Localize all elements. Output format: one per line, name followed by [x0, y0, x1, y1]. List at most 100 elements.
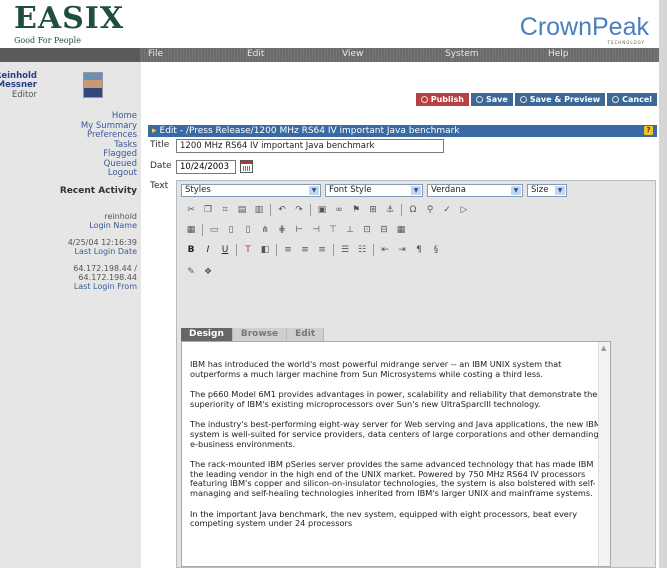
table-icon[interactable]: ▦: [185, 224, 197, 236]
login-name-value: reinhold: [104, 212, 137, 221]
bullet-list-icon[interactable]: ☷: [356, 244, 368, 256]
editor-tabs: Design Browse Edit: [181, 328, 325, 341]
special-char-icon[interactable]: Ω: [407, 204, 419, 216]
cell-icon[interactable]: ▯: [242, 224, 254, 236]
link-icon[interactable]: ∞: [333, 204, 345, 216]
menu-view[interactable]: View: [342, 49, 363, 59]
outdent-icon[interactable]: ⇤: [379, 244, 391, 256]
copy-icon[interactable]: ❐: [202, 204, 214, 216]
menu-help[interactable]: Help: [548, 49, 569, 59]
delete-col-icon[interactable]: ⊥: [344, 224, 356, 236]
menu-system[interactable]: System: [445, 49, 479, 59]
chevron-down-icon: ▼: [555, 186, 565, 195]
delete-row-icon[interactable]: ⊣: [310, 224, 322, 236]
spellcheck-icon[interactable]: ✓: [441, 204, 453, 216]
login-date-label: Last Login Date: [74, 247, 137, 256]
row-icon[interactable]: ▭: [208, 224, 220, 236]
toolbar-row-2: ▦ ▭ ▯ ▯ ⋔ ⋕ ⊢ ⊣ ⊤ ⊥ ⊡ ⊟ ▦: [185, 222, 407, 238]
insert-col-icon[interactable]: ⊤: [327, 224, 339, 236]
text-color-icon[interactable]: T: [242, 244, 254, 256]
chevron-down-icon: ▼: [411, 186, 421, 195]
ordered-list-icon[interactable]: ☰: [339, 244, 351, 256]
save-preview-label: Save & Preview: [529, 95, 601, 104]
app-window: EASIX Good For People CrownPeak TECHNOLO…: [0, 0, 667, 568]
undo-icon[interactable]: ↶: [276, 204, 288, 216]
edit-properties-icon[interactable]: ✎: [185, 266, 197, 278]
align-center-icon[interactable]: ≡: [299, 244, 311, 256]
toolbar-separator: [270, 204, 271, 216]
paste-icon[interactable]: ▤: [236, 204, 248, 216]
scroll-up-icon[interactable]: ▲: [601, 344, 606, 352]
paste-text-icon[interactable]: ▥: [253, 204, 265, 216]
table-props-icon[interactable]: ⊟: [378, 224, 390, 236]
font-value: Verdana: [431, 185, 466, 195]
font-select[interactable]: Verdana ▼: [427, 184, 523, 197]
save-button[interactable]: Save: [470, 93, 513, 106]
anchor-icon[interactable]: ⚓: [384, 204, 396, 216]
tab-edit[interactable]: Edit: [287, 328, 325, 341]
publish-button[interactable]: Publish: [415, 93, 469, 106]
nav-logout[interactable]: Logout: [81, 168, 137, 179]
source-icon[interactable]: §: [430, 244, 442, 256]
bold-icon[interactable]: B: [185, 244, 197, 256]
cancel-label: Cancel: [622, 95, 652, 104]
split-icon[interactable]: ⋔: [259, 224, 271, 236]
toolbar-separator: [310, 204, 311, 216]
toolbar-separator: [202, 224, 203, 236]
toolbar-separator: [236, 244, 237, 256]
indent-icon[interactable]: ⇥: [396, 244, 408, 256]
paragraph: The rack-mounted IBM pSeries server prov…: [190, 459, 596, 498]
merge-icon[interactable]: ⋕: [276, 224, 288, 236]
date-input[interactable]: [176, 160, 236, 174]
cancel-button[interactable]: Cancel: [607, 93, 657, 106]
side-nav: Home My Summary Preferences Tasks Flagge…: [81, 111, 137, 179]
paragraph-icon[interactable]: ¶: [413, 244, 425, 256]
toolbar-separator: [373, 244, 374, 256]
font-style-select[interactable]: Font Style ▼: [325, 184, 423, 197]
size-select[interactable]: Size ▼: [527, 184, 567, 197]
calendar-icon[interactable]: [240, 160, 253, 173]
redo-icon[interactable]: ↷: [293, 204, 305, 216]
highlight-icon[interactable]: ◧: [259, 244, 271, 256]
title-label: Title: [150, 140, 170, 150]
image-icon[interactable]: ▣: [316, 204, 328, 216]
toolbar-row-3: B I U T ◧ ≡ ≡ ≡ ☰ ☷ ⇤ ⇥ ¶ §: [185, 242, 442, 258]
column-icon[interactable]: ▯: [225, 224, 237, 236]
tab-design[interactable]: Design: [181, 328, 233, 341]
main-panel: Publish Save Save & Preview Cancel ▸ Edit…: [142, 62, 659, 568]
easix-logo: EASIX: [14, 1, 125, 36]
table-insert-icon[interactable]: ⊞: [367, 204, 379, 216]
action-bar: Publish Save Save & Preview Cancel: [415, 93, 657, 106]
text-label: Text: [150, 181, 169, 191]
insert-row-icon[interactable]: ⊢: [293, 224, 305, 236]
crop-icon[interactable]: ⌗: [219, 204, 231, 216]
save-icon: [475, 96, 483, 103]
tab-browse[interactable]: Browse: [232, 328, 288, 341]
menu-file[interactable]: File: [148, 49, 163, 59]
paragraph: IBM has introduced the world's most powe…: [190, 359, 562, 379]
cut-icon[interactable]: ✂: [185, 204, 197, 216]
align-left-icon[interactable]: ≡: [282, 244, 294, 256]
font-style-value: Font Style: [329, 185, 372, 195]
asset-icon[interactable]: ❖: [202, 266, 214, 278]
bookmark-icon[interactable]: ⚑: [350, 204, 362, 216]
menu-edit[interactable]: Edit: [247, 49, 264, 59]
cell-props-icon[interactable]: ⊡: [361, 224, 373, 236]
login-from-label: Last Login From: [73, 282, 137, 291]
insert-object-icon[interactable]: ▷: [458, 204, 470, 216]
edit-path: Edit - /Press Release/1200 MHz RS64 IV i…: [159, 126, 460, 136]
rich-text-editor: Styles ▼ Font Style ▼ Verdana ▼ Size ▼ ✂…: [176, 180, 656, 568]
italic-icon[interactable]: I: [202, 244, 214, 256]
title-input[interactable]: [176, 139, 444, 153]
user-role: Editor: [11, 90, 37, 100]
content-area[interactable]: IBM has introduced the world's most powe…: [181, 341, 611, 567]
scrollbar[interactable]: ▲: [598, 342, 610, 566]
find-icon[interactable]: ⚲: [424, 204, 436, 216]
grid-icon[interactable]: ▦: [395, 224, 407, 236]
underline-icon[interactable]: U: [219, 244, 231, 256]
save-preview-button[interactable]: Save & Preview: [514, 93, 606, 106]
align-right-icon[interactable]: ≡: [316, 244, 328, 256]
help-icon[interactable]: ?: [644, 126, 653, 135]
styles-select[interactable]: Styles ▼: [181, 184, 321, 197]
chevron-down-icon: ▼: [511, 186, 521, 195]
